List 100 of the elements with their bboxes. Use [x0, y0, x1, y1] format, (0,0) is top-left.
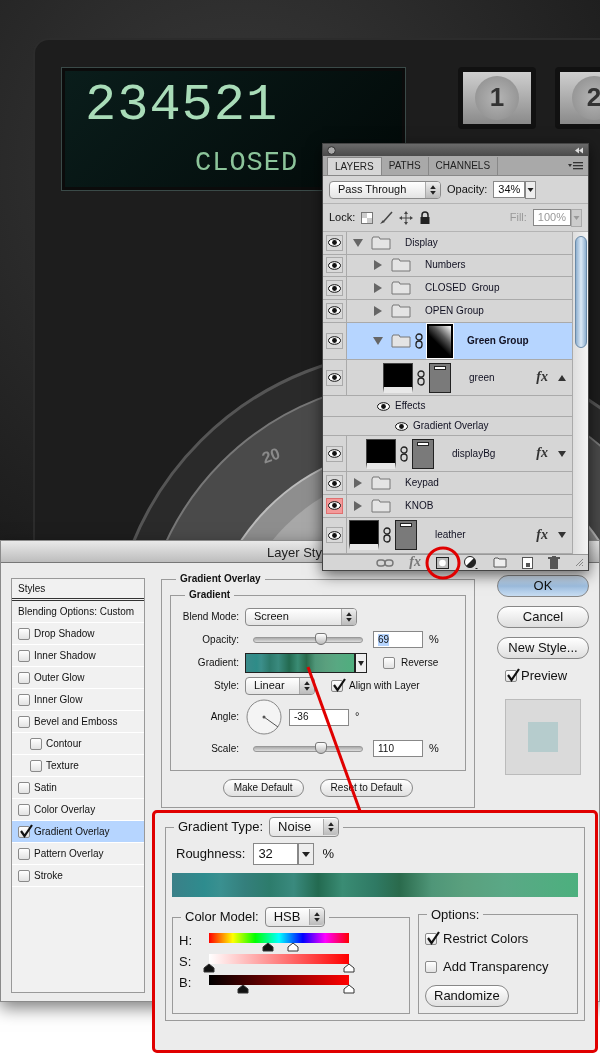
angle-dial[interactable] [245, 698, 283, 736]
keypad-key[interactable]: 1 [458, 67, 536, 129]
resize-grip-icon[interactable] [575, 558, 584, 567]
slider-track[interactable] [253, 636, 363, 643]
disclosure-triangle-icon[interactable] [353, 237, 363, 248]
checkbox[interactable] [18, 803, 30, 816]
checkbox[interactable] [425, 960, 437, 973]
list-item[interactable]: Inner Glow [12, 689, 144, 711]
checkbox[interactable] [18, 671, 30, 684]
lock-icon[interactable] [419, 211, 432, 224]
checkbox[interactable] [425, 932, 437, 945]
dialog-button[interactable]: Cancel [497, 606, 589, 628]
layer-row[interactable]: Numbers [323, 254, 572, 278]
checkbox[interactable] [18, 869, 30, 882]
visibility-toggle[interactable] [326, 497, 343, 514]
visibility-toggle[interactable] [326, 475, 343, 492]
checkbox[interactable] [30, 737, 42, 750]
disclosure-triangle-icon[interactable] [373, 305, 383, 316]
trash-icon[interactable] [548, 556, 560, 569]
new-layer-icon[interactable] [522, 556, 533, 569]
chain-link-icon[interactable] [415, 332, 423, 349]
visibility-toggle[interactable] [326, 302, 343, 319]
dialog-button[interactable]: Make Default [222, 779, 304, 797]
gradient-swatch[interactable] [245, 652, 355, 673]
disclosure-triangle-icon[interactable] [373, 283, 383, 294]
gradient-type-select[interactable]: Noise [269, 817, 340, 837]
checkbox[interactable] [18, 825, 30, 838]
checkbox[interactable] [505, 669, 517, 682]
disclosure-triangle-icon[interactable] [353, 478, 363, 489]
list-item[interactable]: Gradient Overlay [12, 821, 144, 843]
layer-row[interactable]: displayBg fx [323, 435, 572, 473]
stepper-arrows-icon[interactable] [323, 819, 339, 835]
list-item[interactable]: Satin [12, 777, 144, 799]
chain-link-icon[interactable] [400, 445, 408, 462]
slider-thumb[interactable] [314, 632, 327, 645]
checkbox[interactable] [18, 781, 30, 794]
list-item[interactable]: Pattern Overlay [12, 843, 144, 865]
angle-field[interactable]: -36 [289, 708, 349, 726]
mask-icon[interactable] [436, 556, 449, 569]
slider-thumb[interactable] [261, 942, 274, 952]
layer-row[interactable]: OPEN Group [323, 299, 572, 323]
layer-row[interactable]: Display [323, 232, 572, 255]
visibility-toggle[interactable] [326, 445, 343, 462]
move-icon[interactable] [399, 210, 414, 225]
layer-row[interactable]: CLOSED Group [323, 277, 572, 300]
folder-icon[interactable] [493, 557, 507, 568]
stepper-arrows-icon[interactable] [425, 181, 440, 198]
visibility-toggle[interactable] [326, 257, 343, 274]
checkbox[interactable] [18, 693, 30, 706]
chain-link-icon[interactable] [417, 369, 425, 386]
layer-row[interactable]: Green Group [323, 322, 572, 361]
layer-row[interactable]: KNOB [323, 494, 572, 518]
checkbox[interactable] [30, 759, 42, 772]
list-item[interactable]: Outer Glow [12, 667, 144, 689]
menu-icon[interactable] [568, 161, 584, 171]
slider-thumb[interactable] [343, 963, 355, 973]
list-item[interactable]: Texture [12, 755, 144, 777]
slider-track[interactable] [253, 745, 363, 752]
blend-mode-select[interactable]: Pass Through [329, 180, 441, 199]
visibility-toggle[interactable] [326, 234, 343, 251]
layer-row[interactable]: Keypad [323, 472, 572, 495]
stepper-arrows-icon[interactable] [299, 677, 314, 694]
dialog-button[interactable]: New Style... [497, 637, 589, 659]
number-field[interactable]: 110 [373, 740, 423, 757]
visibility-toggle[interactable] [326, 527, 343, 544]
randomize-button[interactable]: Randomize [425, 984, 509, 1007]
disclosure-triangle-icon[interactable] [373, 335, 383, 346]
opacity-field[interactable]: 34% [493, 181, 526, 198]
checkbox[interactable] [331, 679, 343, 692]
list-item[interactable]: Contour [12, 733, 144, 755]
adjustment-icon[interactable] [464, 556, 478, 569]
scrollbar[interactable] [572, 232, 588, 554]
stepper-arrows-icon[interactable] [341, 608, 356, 625]
stepper-arrows-icon[interactable] [308, 909, 324, 925]
list-item[interactable]: Stroke [12, 865, 144, 887]
collapse-icon[interactable] [574, 146, 584, 154]
brush-icon[interactable] [379, 210, 394, 225]
keypad-key[interactable]: 2 [555, 67, 600, 129]
disclosure-triangle-icon[interactable] [373, 260, 383, 271]
expand-arrow-icon[interactable] [558, 532, 566, 539]
disclosure-triangle-icon[interactable] [353, 500, 363, 511]
slider-thumb[interactable] [203, 963, 215, 973]
list-item[interactable]: Inner Shadow [12, 645, 144, 667]
color-model-select[interactable]: HSB [264, 907, 325, 927]
checkbox[interactable] [18, 715, 30, 728]
link-icon[interactable] [376, 558, 395, 567]
visibility-toggle[interactable] [326, 280, 343, 297]
dialog-button[interactable]: OK [497, 575, 589, 597]
slider-thumb[interactable] [236, 984, 249, 994]
roughness-field[interactable]: 32 [253, 843, 299, 865]
slider-thumb[interactable] [343, 984, 355, 994]
checkbox[interactable] [18, 847, 30, 860]
close-icon[interactable] [327, 145, 336, 155]
checkbox[interactable] [383, 656, 395, 669]
visibility-toggle[interactable] [326, 369, 343, 386]
layer-row[interactable]: green fx [323, 360, 572, 397]
collapse-arrow-icon[interactable] [558, 374, 566, 381]
checkerboard-icon[interactable] [361, 211, 374, 224]
blend-mode-select[interactable]: Screen [245, 607, 357, 626]
list-item[interactable]: Drop Shadow [12, 623, 144, 645]
